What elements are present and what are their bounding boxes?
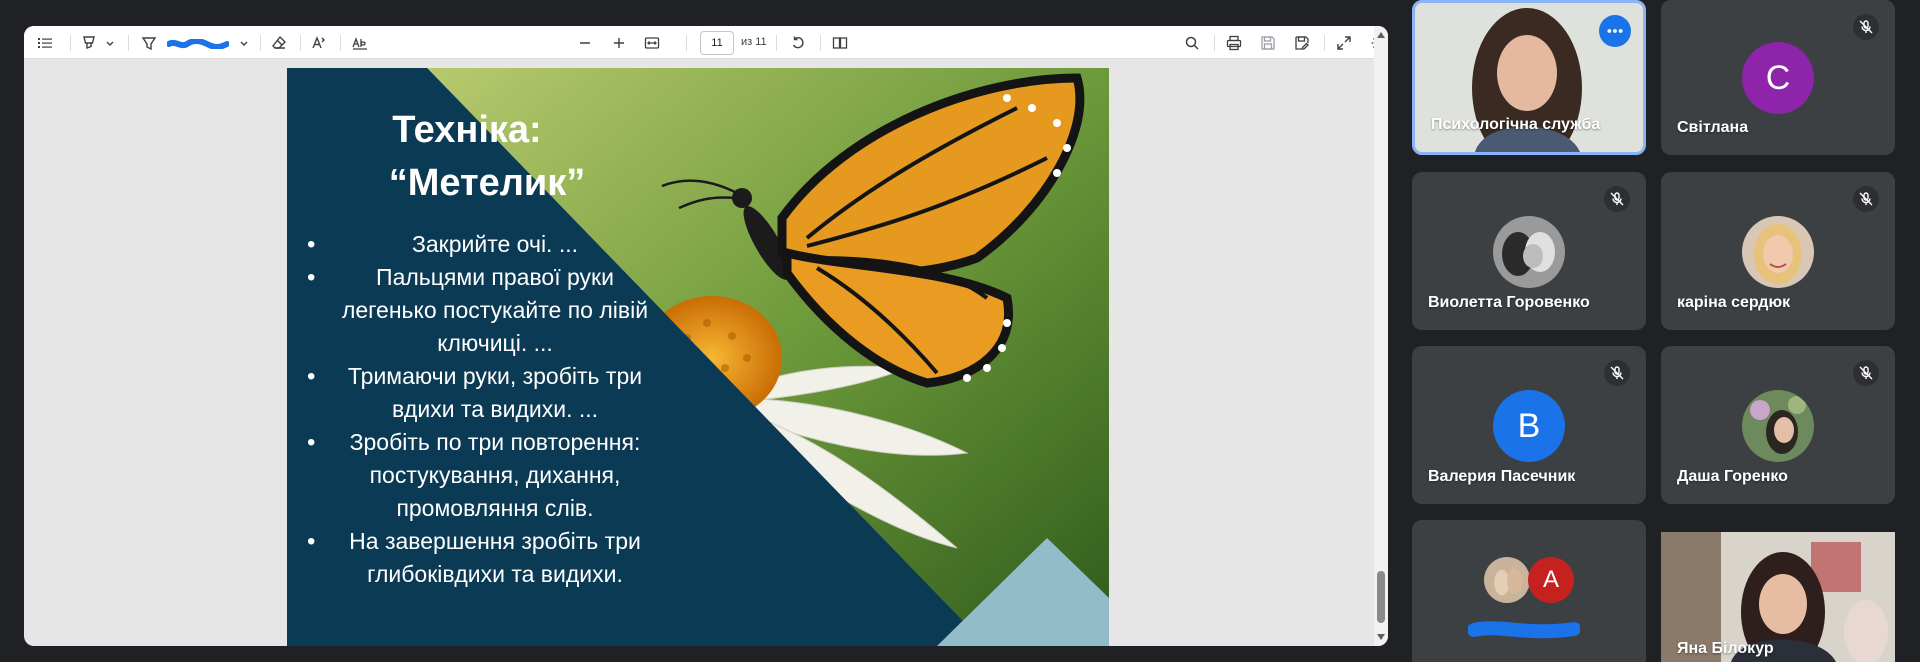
contents-icon[interactable] — [32, 26, 58, 59]
participant-name: Світлана — [1677, 119, 1749, 136]
chevron-down-icon[interactable] — [236, 26, 252, 59]
zoom-out-icon[interactable] — [572, 26, 598, 59]
avatar — [1742, 390, 1814, 462]
slide-title-line-1: Техніка: — [392, 109, 542, 151]
participant-name: каріна сердюк — [1677, 294, 1791, 311]
slide-title-line-2: “Метелик” — [388, 162, 586, 204]
mic-off-icon — [1853, 360, 1879, 386]
mic-off-icon — [1853, 186, 1879, 212]
save-icon[interactable] — [1254, 26, 1282, 59]
pdf-toolbar: 11 из 11 — [24, 26, 1388, 59]
avatar: C — [1742, 42, 1814, 114]
participant-name: Даша Горенко — [1677, 468, 1788, 485]
pdf-viewer: 11 из 11 Техніка: “Метелик” • Закрийте о… — [24, 26, 1388, 646]
more-options-icon[interactable] — [1599, 15, 1631, 47]
scroll-up-arrow[interactable] — [1377, 32, 1385, 38]
participant-tile-valeria[interactable]: B Валерия Пасечник — [1412, 346, 1646, 504]
mic-off-icon — [1853, 14, 1879, 40]
mic-off-icon — [1604, 186, 1630, 212]
slide-bullet: Зробіть по три повторення: постукування,… — [299, 426, 659, 525]
scroll-down-arrow[interactable] — [1377, 634, 1385, 640]
participant-tile-dasha[interactable]: Даша Горенко — [1661, 346, 1895, 504]
mic-off-icon — [1604, 360, 1630, 386]
participant-tile-yana[interactable]: Яна Білокур — [1661, 532, 1895, 662]
avatar — [1493, 216, 1565, 288]
color-scribble[interactable] — [167, 39, 229, 49]
slide-bullet: Закрийте очі. ... — [299, 228, 659, 261]
participant-tile-psychology-service[interactable]: Психологічна служба — [1412, 0, 1646, 155]
zoom-in-icon[interactable] — [606, 26, 632, 59]
rotate-icon[interactable] — [784, 26, 812, 59]
scroll-thumb[interactable] — [1377, 571, 1385, 623]
name-redaction-scribble — [1468, 621, 1580, 639]
slide-title: Техніка: “Метелик” — [297, 104, 677, 210]
text-ab-icon[interactable] — [346, 26, 374, 59]
highlighter-icon[interactable] — [76, 26, 102, 59]
participant-tile-karina[interactable]: каріна сердюк — [1661, 172, 1895, 330]
fullscreen-icon[interactable] — [1330, 26, 1358, 59]
avatar — [1742, 216, 1814, 288]
fit-page-icon[interactable] — [638, 26, 666, 59]
avatar: B — [1493, 390, 1565, 462]
avatar-letter: B — [1517, 406, 1541, 445]
participant-name: Яна Білокур — [1677, 640, 1774, 657]
save-as-icon[interactable] — [1288, 26, 1316, 59]
scrollbar[interactable] — [1374, 26, 1388, 646]
avatar-letter: C — [1765, 58, 1791, 97]
slide-bullet-list: Закрийте очі. ... Пальцями правої руки л… — [299, 228, 659, 591]
participant-name: Психологічна служба — [1431, 116, 1601, 133]
two-page-icon[interactable] — [826, 26, 854, 59]
participant-tile-svitlana[interactable]: C Світлана — [1661, 0, 1895, 155]
chevron-down-icon[interactable] — [102, 26, 118, 59]
slide-page: Техніка: “Метелик” Закрийте очі. ... Пал… — [287, 68, 1109, 646]
eraser-icon[interactable] — [266, 26, 292, 59]
search-icon[interactable] — [1178, 26, 1206, 59]
participant-tile-violetta[interactable]: Виолетта Горовенко — [1412, 172, 1646, 330]
page-number-input[interactable]: 11 — [700, 31, 734, 55]
slide-bullet: Тримаючи руки, зробіть три вдихи та види… — [299, 360, 659, 426]
slide-bullet: На завершення зробіть три глибоківдихи т… — [299, 525, 659, 591]
print-icon[interactable] — [1220, 26, 1248, 59]
participant-name: Валерия Пасечник — [1428, 468, 1576, 485]
participant-name: Виолетта Горовенко — [1428, 294, 1590, 311]
participant-tile-group[interactable]: A — [1412, 520, 1646, 662]
slide-bullet: Пальцями правої руки легенько постукайте… — [299, 261, 659, 360]
avatar — [1484, 557, 1530, 603]
avatar-letter: A — [1542, 566, 1559, 593]
page-count: из 11 — [741, 36, 767, 48]
pen-icon[interactable] — [136, 26, 162, 59]
text-size-icon[interactable] — [306, 26, 332, 59]
avatar: A — [1528, 557, 1574, 603]
